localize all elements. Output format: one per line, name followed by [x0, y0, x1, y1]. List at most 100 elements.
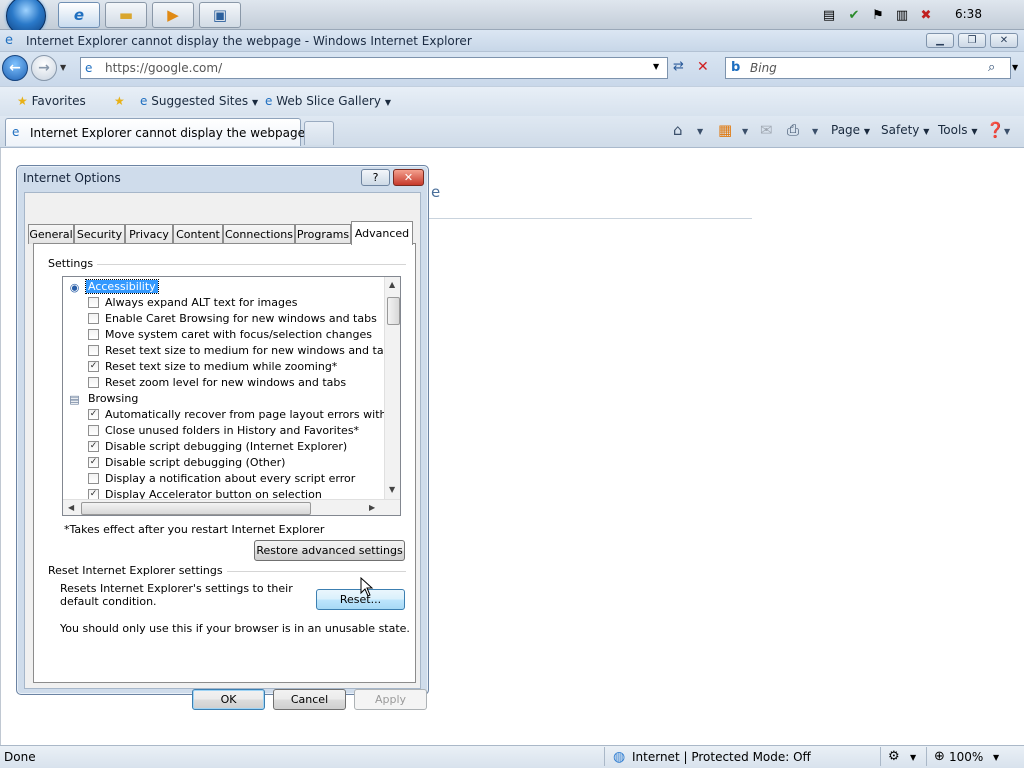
stop-button[interactable]: ✕	[697, 59, 715, 77]
safety-menu[interactable]: Safety ▼	[881, 123, 929, 137]
back-button[interactable]: ←	[2, 55, 28, 81]
settings-option[interactable]: ✓ Automatically recover from page layout …	[63, 407, 400, 423]
media-player-taskbar-button[interactable]: ▶	[152, 2, 194, 28]
network-tray-icon[interactable]: ▥	[894, 7, 910, 23]
settings-option[interactable]: Reset zoom level for new windows and tab…	[63, 375, 384, 391]
tab-content[interactable]: Content	[173, 224, 223, 244]
favorites-button[interactable]: ★ Favorites	[17, 94, 86, 108]
search-options-dropdown[interactable]: ▼	[1012, 63, 1018, 72]
ie-taskbar-button[interactable]: e	[58, 2, 100, 28]
settings-option[interactable]: Always expand ALT text for images	[63, 295, 384, 311]
search-icon[interactable]: ⌕	[988, 60, 995, 75]
vertical-scrollbar[interactable]: ▲ ▼	[384, 277, 400, 499]
new-tab-button[interactable]	[304, 121, 334, 145]
setting-checkbox[interactable]: ✓	[88, 361, 99, 372]
cancel-button[interactable]: Cancel	[273, 689, 346, 710]
add-favorite-icon: ★	[114, 94, 125, 108]
document-tray-icon[interactable]: ▤	[821, 7, 837, 23]
scroll-right-icon[interactable]: ▶	[369, 503, 375, 512]
restore-icon: ❐	[967, 35, 977, 46]
home-dropdown-icon[interactable]: ▼	[697, 127, 703, 136]
url-input[interactable]: https://google.com/	[105, 61, 222, 75]
tab-advanced[interactable]: Advanced	[351, 221, 413, 245]
dialog-close-button[interactable]: ✕	[393, 169, 424, 186]
add-to-favorites-bar-button[interactable]: ★	[114, 94, 125, 108]
browser-tab[interactable]: e Internet Explorer cannot display the w…	[5, 118, 305, 146]
recent-pages-dropdown[interactable]: ▼	[60, 63, 66, 72]
tools-menu-label: Tools	[938, 123, 968, 137]
help-icon[interactable]: ❓	[986, 121, 1005, 139]
tab-title: Internet Explorer cannot display the web…	[30, 126, 305, 140]
feeds-dropdown-icon[interactable]: ▼	[742, 127, 748, 136]
search-box[interactable]: b Bing ⌕	[725, 57, 1011, 79]
settings-option[interactable]: ✓ Disable script debugging (Other)	[63, 455, 384, 471]
restore-advanced-settings-button[interactable]: Restore advanced settings	[254, 540, 405, 561]
tools-menu[interactable]: Tools ▼	[938, 123, 978, 137]
settings-option[interactable]: Enable Caret Browsing for new windows an…	[63, 311, 384, 327]
feeds-icon[interactable]: ▦	[718, 121, 732, 139]
security-zone[interactable]: Internet | Protected Mode: Off	[632, 750, 811, 764]
address-bar[interactable]: e https://google.com/ ▼	[80, 57, 668, 79]
page-menu[interactable]: Page ▼	[831, 123, 870, 137]
setting-checkbox[interactable]	[88, 329, 99, 340]
address-dropdown-icon[interactable]: ▼	[653, 62, 659, 71]
flag-tray-icon[interactable]: ⚑	[870, 7, 886, 23]
ok-button[interactable]: OK	[192, 689, 265, 710]
horizontal-scroll-thumb[interactable]	[81, 502, 311, 515]
setting-checkbox[interactable]	[88, 473, 99, 484]
remote-desktop-taskbar-button[interactable]: ▣	[199, 2, 241, 28]
settings-category[interactable]: ▤ Browsing	[63, 391, 384, 407]
tab-programs[interactable]: Programs	[295, 224, 351, 244]
zoom-dropdown-icon[interactable]: ▼	[993, 753, 999, 762]
settings-option[interactable]: Close unused folders in History and Favo…	[63, 423, 384, 439]
horizontal-scrollbar[interactable]: ◀ ▶	[63, 499, 400, 515]
suggested-sites-link[interactable]: e Suggested Sites ▼	[140, 94, 258, 108]
setting-checkbox[interactable]	[88, 425, 99, 436]
apply-button[interactable]: Apply	[354, 689, 427, 710]
close-window-button[interactable]: ✕	[990, 33, 1018, 48]
settings-category[interactable]: ◉ Accessibility	[63, 279, 384, 295]
setting-checkbox[interactable]	[88, 313, 99, 324]
chevron-down-icon[interactable]: ▼	[910, 753, 916, 762]
help-dropdown-icon[interactable]: ▼	[1004, 127, 1010, 136]
vertical-scroll-thumb[interactable]	[387, 297, 400, 325]
settings-option[interactable]: Move system caret with focus/selection c…	[63, 327, 384, 343]
zoom-level[interactable]: 100%	[949, 750, 983, 764]
minimize-button[interactable]: ▁	[926, 33, 954, 48]
back-arrow-icon: ←	[9, 60, 21, 76]
setting-checkbox[interactable]: ✓	[88, 441, 99, 452]
protected-mode-icon[interactable]: ⚙	[888, 749, 900, 764]
settings-tree[interactable]: ◉ Accessibility Always expand ALT text for…	[62, 276, 401, 516]
tab-privacy[interactable]: Privacy	[125, 224, 173, 244]
scroll-down-icon[interactable]: ▼	[389, 485, 395, 494]
refresh-button[interactable]: ⇄	[673, 59, 691, 77]
explorer-taskbar-button[interactable]: ▬	[105, 2, 147, 28]
web-slice-gallery-link[interactable]: e Web Slice Gallery ▼	[265, 94, 391, 108]
forward-button[interactable]: →	[31, 55, 57, 81]
scroll-left-icon[interactable]: ◀	[68, 503, 74, 512]
print-icon[interactable]: ⎙	[787, 121, 799, 139]
zoom-icon[interactable]: ⊕	[934, 749, 945, 764]
volume-muted-tray-icon[interactable]: ✖	[918, 7, 934, 23]
home-icon[interactable]: ⌂	[673, 121, 683, 139]
scroll-up-icon[interactable]: ▲	[389, 280, 395, 289]
setting-checkbox[interactable]: ✓	[88, 409, 99, 420]
settings-option[interactable]: ✓ Reset text size to medium while zooming…	[63, 359, 384, 375]
tab-general[interactable]: General	[28, 224, 74, 244]
search-input[interactable]: Bing	[750, 61, 777, 75]
setting-checkbox[interactable]	[88, 297, 99, 308]
settings-option[interactable]: Display a notification about every scrip…	[63, 471, 384, 487]
tab-connections[interactable]: Connections	[223, 224, 295, 244]
setting-checkbox[interactable]	[88, 377, 99, 388]
setting-checkbox[interactable]: ✓	[88, 457, 99, 468]
print-dropdown-icon[interactable]: ▼	[812, 127, 818, 136]
dialog-help-button[interactable]: ?	[361, 169, 390, 186]
setting-checkbox[interactable]	[88, 345, 99, 356]
security-tray-icon[interactable]: ✔	[846, 7, 862, 23]
restore-button[interactable]: ❐	[958, 33, 986, 48]
settings-option[interactable]: ✓ Disable script debugging (Internet Expl…	[63, 439, 384, 455]
read-mail-icon[interactable]: ✉	[760, 121, 773, 139]
clock[interactable]: 6:38	[955, 7, 982, 21]
settings-option[interactable]: Reset text size to medium for new window…	[63, 343, 396, 359]
tab-security[interactable]: Security	[74, 224, 125, 244]
